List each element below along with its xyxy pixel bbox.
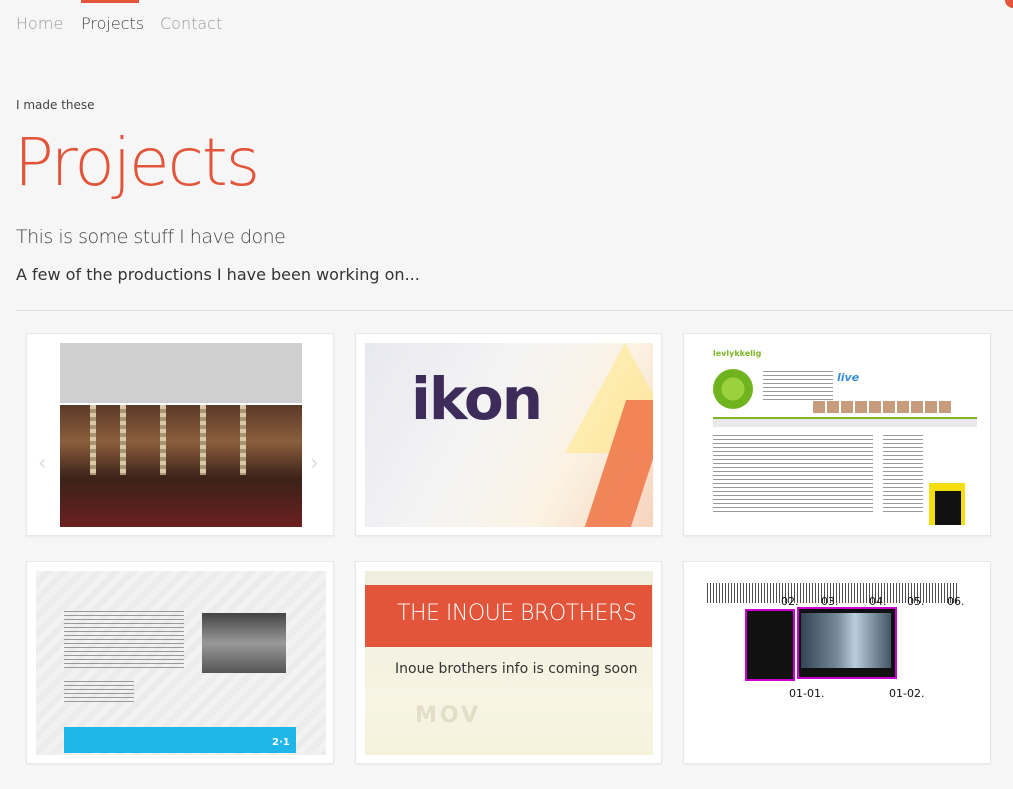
- page-title: Projects: [14, 124, 260, 201]
- project-card-hotel[interactable]: ‹ ›: [26, 333, 334, 536]
- page-subtitle: This is some stuff I have done: [16, 226, 286, 248]
- page-lead: A few of the productions I have been wor…: [16, 265, 420, 284]
- project-thumbnail: ikon: [365, 343, 653, 527]
- gallery-index-label: 02.: [781, 595, 799, 608]
- thumb-black-ad: [935, 491, 961, 525]
- project-thumbnail: 02. 03. 04. 05. 06. 01-01. 01-02.: [693, 571, 983, 755]
- thumb-drape: [200, 405, 206, 475]
- next-arrow-icon[interactable]: ›: [310, 451, 319, 476]
- project-card-ikon[interactable]: ikon: [355, 333, 662, 536]
- gallery-index-label: 01-02.: [889, 687, 925, 700]
- thumb-site-nav: [713, 417, 977, 427]
- page-kicker: I made these: [16, 98, 95, 112]
- inoue-title: THE INOUE BROTHERS: [397, 601, 637, 626]
- thumb-site-logo-text: levlykkelig: [713, 349, 762, 358]
- project-card-levlykkelig[interactable]: levlykkelig live: [683, 333, 991, 536]
- thumb-photo: [801, 613, 891, 668]
- thumb-live-label: live: [837, 371, 860, 384]
- thumb-faded-text: MOV: [415, 703, 482, 728]
- thumb-text-block: [713, 435, 873, 515]
- thumb-room-photo: [60, 405, 302, 527]
- thumb-drape: [120, 405, 126, 475]
- prev-arrow-icon[interactable]: ‹: [38, 451, 47, 476]
- section-divider: [16, 310, 1013, 311]
- thumb-drape: [90, 405, 96, 475]
- thumb-footer-logo: 2·1: [272, 737, 290, 748]
- project-thumbnail: ‹ ›: [36, 343, 326, 527]
- gallery-index-label: 01-01.: [789, 687, 825, 700]
- thumb-text-block: [64, 611, 184, 671]
- nav-contact-link[interactable]: Contact: [160, 14, 222, 33]
- thumb-drape: [240, 405, 246, 475]
- thumb-text-block: [64, 681, 134, 705]
- thumb-photo: [202, 613, 286, 673]
- thumb-site-header: [60, 343, 302, 403]
- project-thumbnail: levlykkelig live: [693, 343, 983, 527]
- thumb-text-block: [883, 435, 923, 515]
- gallery-index-label: 06.: [947, 595, 965, 608]
- thumb-ikon-logo: ikon: [411, 365, 543, 433]
- nav-home-link[interactable]: Home: [16, 14, 63, 33]
- gallery-index-label: 05.: [907, 595, 925, 608]
- active-nav-indicator: [81, 0, 139, 3]
- nav-projects-link[interactable]: Projects: [81, 14, 144, 33]
- thumb-drape: [160, 405, 166, 475]
- gallery-index-label: 04.: [869, 595, 887, 608]
- project-card-numbered-gallery[interactable]: 02. 03. 04. 05. 06. 01-01. 01-02.: [683, 561, 991, 764]
- thumb-face-strip: [813, 401, 953, 413]
- top-nav: Home Projects Contact: [0, 0, 1013, 44]
- project-thumbnail: MOV THE INOUE BROTHERS Inoue brothers in…: [365, 571, 653, 755]
- thumb-text-block: [763, 371, 833, 401]
- gallery-index-label: 03.: [821, 595, 839, 608]
- project-card-blue-footer[interactable]: 2·1: [26, 561, 334, 764]
- inoue-info-text: Inoue brothers info is coming soon: [395, 661, 638, 677]
- thumb-dark-panel: [745, 609, 795, 681]
- project-card-inoue[interactable]: MOV THE INOUE BROTHERS Inoue brothers in…: [355, 561, 662, 764]
- thumb-blue-footer: [64, 727, 296, 753]
- thumb-flower-logo: [713, 369, 753, 409]
- project-thumbnail: 2·1: [36, 571, 326, 755]
